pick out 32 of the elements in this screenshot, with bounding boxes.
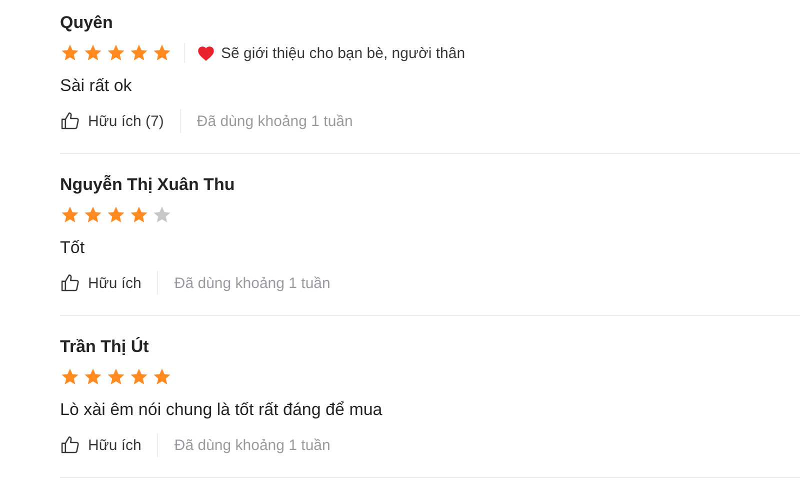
star-icon — [106, 367, 126, 387]
star-icon — [129, 367, 149, 387]
star-icon — [152, 205, 172, 225]
star-icon — [60, 205, 80, 225]
usage-duration: Đã dùng khoảng 1 tuần — [174, 436, 330, 454]
review-text: Lò xài êm nói chung là tốt rất đáng để mua — [60, 399, 382, 421]
star-icon — [129, 43, 149, 63]
star-icon — [83, 205, 103, 225]
reviewer-name: Quyên — [60, 12, 113, 34]
recommendation-text: Sẽ giới thiệu cho bạn bè, người thân — [221, 44, 466, 62]
review-text: Sài rất ok — [60, 75, 132, 97]
usage-duration: Đã dùng khoảng 1 tuần — [174, 274, 330, 292]
reviewer-name: Trần Thị Út — [60, 336, 149, 358]
thumbs-up-icon — [60, 435, 80, 455]
usage-duration: Đã dùng khoảng 1 tuần — [196, 112, 353, 130]
star-icon — [152, 367, 172, 387]
thumbs-up-icon — [60, 111, 80, 131]
star-icon — [60, 367, 80, 387]
thumbs-up-icon — [60, 273, 80, 293]
star-icon — [129, 205, 149, 225]
review-text: Tốt — [60, 237, 85, 259]
helpful-button[interactable]: Hữu ích — [60, 273, 142, 293]
helpful-button[interactable]: Hữu ích (7) — [60, 111, 164, 131]
star-icon — [60, 43, 80, 63]
heart-icon — [197, 45, 215, 61]
helpful-button[interactable]: Hữu ích — [60, 435, 142, 455]
star-icon — [106, 43, 126, 63]
reviewer-name: Nguyễn Thị Xuân Thu — [60, 174, 235, 196]
star-icon — [152, 43, 172, 63]
star-icon — [106, 205, 126, 225]
star-icon — [83, 43, 103, 63]
star-icon — [83, 367, 103, 387]
